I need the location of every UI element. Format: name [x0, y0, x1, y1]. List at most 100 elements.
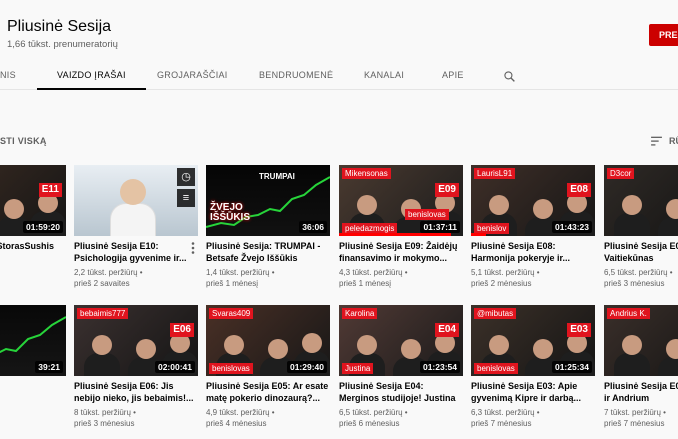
video-card[interactable]: E09 Mikensonas peledazmogis benislovas 01:37…: [339, 165, 463, 295]
player-name-tag: Justina: [342, 363, 374, 374]
view-count: 4,3 tūkst. peržiūrų •: [339, 268, 408, 277]
video-card[interactable]: E08 LaurisL91 benislov 01:43:23 Pliusinė Ses…: [471, 165, 595, 295]
video-thumbnail[interactable]: E09 Mikensonas peledazmogis benislovas 01:37…: [339, 165, 463, 236]
video-card[interactable]: E06 bebaimis777 02:00:41 Pliusinė Sesija E0…: [74, 305, 198, 435]
video-duration: 01:59:20: [22, 221, 63, 233]
view-count: 5,1 tūkst. peržiūrų •: [471, 268, 540, 277]
tab-playlists[interactable]: GROJARAŠČIAI: [157, 62, 228, 90]
video-thumbnail[interactable]: E08 LaurisL91 benislov 01:43:23: [471, 165, 595, 236]
video-card[interactable]: ŽVEJO IŠŠŪKIS TRUMPAI 36:06 Pliusinė Sesija…: [206, 165, 330, 295]
view-count: 2,2 tūkst. peržiūrų •: [74, 268, 143, 277]
video-card[interactable]: Mekes39:21 TRUMPAI -: [0, 305, 66, 435]
video-title[interactable]: Pliusinė Sesija E09: Žaidėjų finansavimo…: [339, 241, 463, 264]
subscribe-button[interactable]: PRENUMERUOTI: [649, 24, 678, 46]
person-silhouette: [622, 335, 642, 355]
video-thumbnail[interactable]: Andrius K.: [604, 305, 678, 376]
player-name-tag: benislovas: [405, 209, 449, 220]
tab-about[interactable]: APIE: [442, 62, 464, 90]
video-duration: 01:37:11: [420, 221, 460, 233]
episode-badge: E08: [567, 183, 591, 197]
video-thumbnail[interactable]: Mekes39:21: [0, 305, 66, 376]
video-title[interactable]: Pliusinė Sesija: TRUMPAI - Betsafe Žvejo…: [206, 241, 330, 264]
video-duration: 01:25:34: [551, 361, 592, 373]
video-card[interactable]: Andrius K. Pliusinė Sesija E02: Agniumi i…: [604, 305, 678, 435]
player-name-tag: LaurisL91: [474, 168, 516, 179]
video-thumbnail[interactable]: ◷ ≡: [74, 165, 198, 236]
video-title[interactable]: Pliusinė Sesija E05: Ar esate matę poker…: [206, 381, 330, 404]
video-title[interactable]: Pliusinė Sesija E04: Merginos studijoje!…: [339, 381, 463, 404]
tab-community[interactable]: BENDRUOMENĖ: [259, 62, 333, 90]
video-title[interactable]: Pliusinė Sesija E02: Agniumi ir Andrium: [604, 381, 678, 404]
person-silhouette: [4, 199, 24, 219]
subscriber-count: 1,66 tūkst. prenumeratorių: [7, 39, 118, 50]
upload-age: prieš 1 mėnesį: [206, 279, 259, 288]
person-silhouette: [533, 199, 553, 219]
video-thumbnail[interactable]: D3cor: [604, 165, 678, 236]
person-silhouette: [224, 335, 244, 355]
thumbnail-overlay-text: ŽVEJO IŠŠŪKIS: [210, 202, 251, 223]
video-thumbnail[interactable]: Svaras409 benislovas 01:29:40: [206, 305, 330, 376]
video-card[interactable]: E04 Karolina Justina 01:23:54 Pliusinė Sesij…: [339, 305, 463, 435]
person-silhouette: [489, 195, 509, 215]
person-silhouette: [622, 195, 642, 215]
video-title[interactable]: Pliusinė Sesija E08: Harmonija pokeryje …: [471, 241, 595, 264]
more-dot: [191, 246, 195, 250]
sort-label[interactable]: RŪŠIUOTI: [669, 136, 678, 146]
video-duration: 02:00:41: [154, 361, 195, 373]
watch-progress-bar: [339, 233, 451, 236]
graph-line: [0, 316, 66, 354]
play-all-button[interactable]: STI VISKĄ: [0, 136, 47, 146]
episode-badge: E11: [38, 183, 62, 197]
person-body: [614, 353, 650, 376]
video-title[interactable]: E11: Iššūkių StorasSushis: [0, 241, 66, 264]
video-title[interactable]: TRUMPAI -: [0, 381, 66, 404]
video-title[interactable]: Pliusinė Sesija E06: Jis nebijo nieko, j…: [74, 381, 198, 404]
search-icon[interactable]: [503, 70, 516, 83]
video-thumbnail[interactable]: E03 @mibutas benislovas 01:25:34: [471, 305, 595, 376]
person-silhouette: [92, 335, 112, 355]
video-title[interactable]: Pliusinė Sesija E10: Psichologija gyveni…: [74, 241, 198, 264]
upload-age: prieš 4 mėnesius: [206, 419, 267, 428]
person-silhouette: [357, 335, 377, 355]
video-title[interactable]: Pliusinė Sesija E03: Apie gyvenimą Kipre…: [471, 381, 595, 404]
player-name-tag: benislovas: [209, 363, 253, 374]
player-name-tag: benislovas: [474, 363, 518, 374]
view-count: 7 tūkst. peržiūrų •: [604, 408, 666, 417]
video-duration: 36:06: [299, 221, 327, 233]
player-name-tag: TRUMPAI: [259, 172, 295, 181]
upload-age: prieš 2 mėnesius: [471, 279, 532, 288]
video-card[interactable]: ◷ ≡ Pliusinė Sesija E10: Psichologija gyve…: [74, 165, 198, 295]
tab-home[interactable]: NIS: [0, 62, 16, 90]
upload-age: prieš 1 mėnesį: [339, 279, 392, 288]
person-silhouette: [357, 195, 377, 215]
video-card[interactable]: E03 @mibutas benislovas 01:25:34 Pliusinė Se…: [471, 305, 595, 435]
sort-icon[interactable]: [650, 135, 663, 147]
player-name-tag: bebaimis777: [77, 308, 129, 319]
video-duration: 01:23:54: [419, 361, 460, 373]
view-count: 6,5 tūkst. peržiūrų •: [339, 408, 408, 417]
tab-videos[interactable]: VAIZDO ĮRAŠAI: [37, 62, 146, 90]
person-body: [84, 353, 120, 376]
watch-later-icon[interactable]: ◷: [177, 168, 195, 186]
more-dot: [191, 242, 195, 245]
view-count: 6,5 tūkst. peržiūrų •: [604, 268, 673, 277]
video-card[interactable]: D3cor Pliusinė Sesija E07: "D3cor" Vaitie…: [604, 165, 678, 295]
person-silhouette: [136, 339, 156, 359]
watch-progress-bar: [471, 233, 486, 236]
more-vert-icon[interactable]: [191, 242, 195, 254]
video-duration: 01:43:23: [551, 221, 592, 233]
video-thumbnail[interactable]: E11benisloushis01:59:20: [0, 165, 66, 236]
player-name-tag: @mibutas: [474, 308, 517, 319]
more-dot: [191, 251, 195, 254]
video-card[interactable]: E11benisloushis01:59:20 E11: Iššūkių Stor…: [0, 165, 66, 295]
episode-badge: E04: [435, 323, 459, 337]
video-thumbnail[interactable]: E06 bebaimis777 02:00:41: [74, 305, 198, 376]
video-thumbnail[interactable]: ŽVEJO IŠŠŪKIS TRUMPAI 36:06: [206, 165, 330, 236]
add-to-queue-icon[interactable]: ≡: [177, 189, 195, 207]
video-thumbnail[interactable]: E04 Karolina Justina 01:23:54: [339, 305, 463, 376]
person-silhouette: [489, 335, 509, 355]
video-card[interactable]: Svaras409 benislovas 01:29:40 Pliusinė Sesi…: [206, 305, 330, 435]
tab-channels[interactable]: KANALAI: [364, 62, 404, 90]
video-title[interactable]: Pliusinė Sesija E07: "D3cor" Vaitiekūnas: [604, 241, 678, 264]
player-name-tag: Andrius K.: [607, 308, 650, 319]
